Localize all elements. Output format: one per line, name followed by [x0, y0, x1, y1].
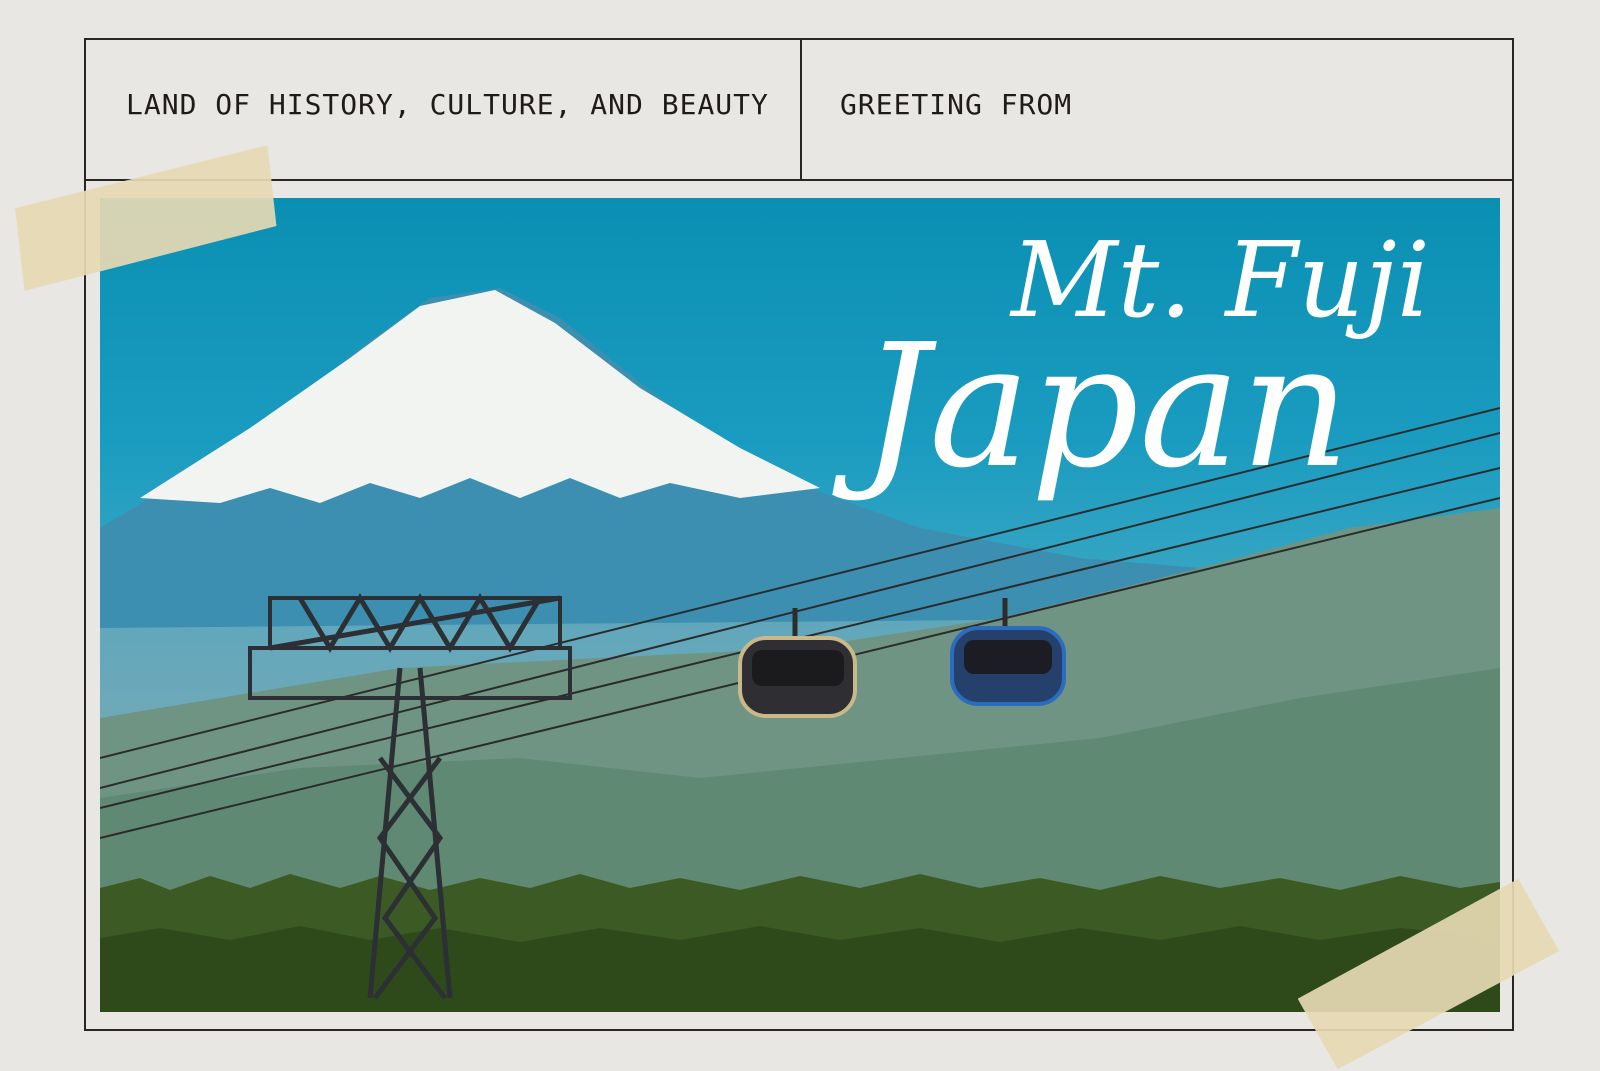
forest-front [100, 926, 1500, 1012]
snow-cap [140, 290, 820, 503]
tagline-text: LAND OF HISTORY, CULTURE, AND BEAUTY [126, 88, 769, 121]
header-row: LAND OF HISTORY, CULTURE, AND BEAUTY GRE… [86, 40, 1512, 181]
greeting-text: GREETING FROM [840, 88, 1073, 121]
mt-fuji-photo: Mt. Fuji Japan [100, 198, 1500, 1012]
header-divider [800, 40, 802, 179]
title-japan: Japan [860, 308, 1350, 506]
script-title: Mt. Fuji Japan [861, 228, 1460, 492]
